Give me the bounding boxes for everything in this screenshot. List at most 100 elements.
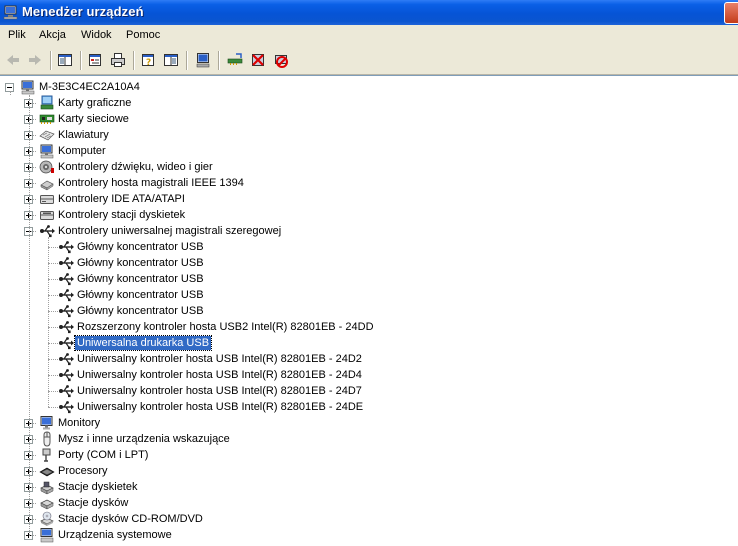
tree-item-label[interactable]: Stacje dyskietek bbox=[56, 480, 139, 494]
back-button[interactable] bbox=[3, 50, 25, 71]
usb-icon bbox=[58, 335, 74, 351]
monitor-icon bbox=[39, 415, 55, 431]
network-adapter-icon bbox=[39, 111, 55, 127]
tree-item-label[interactable]: Uniwersalny kontroler hosta USB Intel(R)… bbox=[75, 352, 364, 366]
forward-icon bbox=[29, 55, 41, 65]
tree-category[interactable]: Stacje dysków CD-ROM/DVD bbox=[0, 511, 738, 527]
show-hide-action-pane-icon bbox=[164, 54, 178, 66]
mouse-icon bbox=[39, 431, 55, 447]
tree-item-label[interactable]: Monitory bbox=[56, 416, 102, 430]
tree-item-label[interactable]: Główny koncentrator USB bbox=[75, 240, 206, 254]
tree-item-label[interactable]: Główny koncentrator USB bbox=[75, 288, 206, 302]
scan-hardware-icon bbox=[196, 53, 210, 68]
tree-category[interactable]: Kontrolery dźwięku, wideo i gier bbox=[0, 159, 738, 175]
usb-icon bbox=[58, 399, 74, 415]
tree-category[interactable]: Procesory bbox=[0, 463, 738, 479]
window-title: Menedżer urządzeń bbox=[22, 4, 144, 19]
properties-button[interactable] bbox=[85, 50, 107, 71]
tree-item-label[interactable]: Główny koncentrator USB bbox=[75, 272, 206, 286]
tree-category[interactable]: Monitory bbox=[0, 415, 738, 431]
computer-icon bbox=[39, 143, 55, 159]
menu-action[interactable]: Akcja bbox=[39, 29, 66, 41]
tree-item-label[interactable]: Główny koncentrator USB bbox=[75, 256, 206, 270]
tree-item-label[interactable]: Kontrolery IDE ATA/ATAPI bbox=[56, 192, 187, 206]
tree-device[interactable]: Uniwersalny kontroler hosta USB Intel(R)… bbox=[0, 367, 738, 383]
tree-item-label[interactable]: Uniwersalna drukarka USB bbox=[73, 335, 213, 351]
tree-item-label[interactable]: Porty (COM i LPT) bbox=[56, 448, 150, 462]
usb-icon bbox=[58, 287, 74, 303]
tree-item-label[interactable]: Uniwersalny kontroler hosta USB Intel(R)… bbox=[75, 368, 364, 382]
print-button[interactable] bbox=[108, 50, 130, 71]
tree-category[interactable]: Porty (COM i LPT) bbox=[0, 447, 738, 463]
tree-item-label[interactable]: Procesory bbox=[56, 464, 110, 478]
tree-category[interactable]: Kontrolery stacji dyskietek bbox=[0, 207, 738, 223]
disable-device-icon bbox=[252, 54, 264, 66]
update-driver-button[interactable] bbox=[225, 50, 247, 71]
show-hide-tree-icon bbox=[58, 54, 72, 66]
tree-item-label[interactable]: Klawiatury bbox=[56, 128, 111, 142]
tree-item-label[interactable]: Stacje dysków bbox=[56, 496, 130, 510]
tree-device[interactable]: Główny koncentrator USB bbox=[0, 255, 738, 271]
tree-category[interactable]: Mysz i inne urządzenia wskazujące bbox=[0, 431, 738, 447]
show-hide-tree-button[interactable] bbox=[55, 50, 77, 71]
scan-hardware-button[interactable] bbox=[193, 50, 215, 71]
tree-category[interactable]: Kontrolery hosta magistrali IEEE 1394 bbox=[0, 175, 738, 191]
svg-text:?: ? bbox=[146, 58, 151, 68]
tree-category[interactable]: Stacje dyskietek bbox=[0, 479, 738, 495]
tree-item-label[interactable]: Kontrolery hosta magistrali IEEE 1394 bbox=[56, 176, 246, 190]
tree-category[interactable]: Urządzenia systemowe bbox=[0, 527, 738, 543]
usb-icon bbox=[58, 239, 74, 255]
tree-item-label[interactable]: Uniwersalny kontroler hosta USB Intel(R)… bbox=[75, 384, 364, 398]
tree-category[interactable]: Kontrolery IDE ATA/ATAPI bbox=[0, 191, 738, 207]
tree-device[interactable]: Uniwersalny kontroler hosta USB Intel(R)… bbox=[0, 383, 738, 399]
tree-item-label[interactable]: Karty graficzne bbox=[56, 96, 133, 110]
tree-device-selected[interactable]: Uniwersalna drukarka USB bbox=[0, 335, 738, 351]
tree-device[interactable]: Główny koncentrator USB bbox=[0, 303, 738, 319]
tree-item-label[interactable]: Kontrolery dźwięku, wideo i gier bbox=[56, 160, 215, 174]
processor-icon bbox=[39, 463, 55, 479]
tree-root[interactable]: M-3E3C4EC2A10A4 bbox=[0, 79, 738, 95]
tree-item-label[interactable]: Stacje dysków CD-ROM/DVD bbox=[56, 512, 205, 526]
print-icon bbox=[111, 53, 125, 67]
tree-device[interactable]: Główny koncentrator USB bbox=[0, 271, 738, 287]
tree-item-label[interactable]: Główny koncentrator USB bbox=[75, 304, 206, 318]
tree-item-label[interactable]: Karty sieciowe bbox=[56, 112, 131, 126]
menu-view[interactable]: Widok bbox=[81, 29, 112, 41]
tree-item-label[interactable]: Komputer bbox=[56, 144, 108, 158]
menu-file[interactable]: Plik bbox=[8, 29, 26, 41]
tree-category[interactable]: Kontrolery uniwersalnej magistrali szere… bbox=[0, 223, 738, 239]
tree-category[interactable]: Karty sieciowe bbox=[0, 111, 738, 127]
device-tree[interactable]: M-3E3C4EC2A10A4 Karty graficzne Karty siec… bbox=[0, 75, 738, 543]
tree-item-label[interactable]: Mysz i inne urządzenia wskazujące bbox=[56, 432, 232, 446]
tree-item-label[interactable]: Kontrolery uniwersalnej magistrali szere… bbox=[56, 224, 283, 238]
usb-icon bbox=[58, 271, 74, 287]
device-manager-app-icon bbox=[3, 4, 19, 20]
forward-button[interactable] bbox=[25, 50, 47, 71]
tree-category[interactable]: Klawiatury bbox=[0, 127, 738, 143]
ieee1394-icon bbox=[39, 175, 55, 191]
tree-item-label[interactable]: Rozszerzony kontroler hosta USB2 Intel(R… bbox=[75, 320, 376, 334]
tree-item-label[interactable]: Uniwersalny kontroler hosta USB Intel(R)… bbox=[75, 400, 365, 414]
tree-item-label[interactable]: M-3E3C4EC2A10A4 bbox=[37, 80, 142, 94]
tree-device[interactable]: Główny koncentrator USB bbox=[0, 239, 738, 255]
tree-category[interactable]: Karty graficzne bbox=[0, 95, 738, 111]
uninstall-device-button[interactable] bbox=[271, 50, 293, 71]
tree-device[interactable]: Rozszerzony kontroler hosta USB2 Intel(R… bbox=[0, 319, 738, 335]
tree-item-label[interactable]: Urządzenia systemowe bbox=[56, 528, 174, 542]
disable-device-button[interactable] bbox=[248, 50, 270, 71]
help-button[interactable]: ? bbox=[138, 50, 160, 71]
floppy-controller-icon bbox=[39, 207, 55, 223]
show-hide-action-pane-button[interactable] bbox=[161, 50, 183, 71]
tree-device[interactable]: Uniwersalny kontroler hosta USB Intel(R)… bbox=[0, 351, 738, 367]
sound-icon bbox=[39, 159, 55, 175]
tree-device[interactable]: Uniwersalny kontroler hosta USB Intel(R)… bbox=[0, 399, 738, 415]
close-button[interactable] bbox=[724, 2, 738, 24]
menu-help[interactable]: Pomoc bbox=[126, 29, 160, 41]
tree-category[interactable]: Komputer bbox=[0, 143, 738, 159]
tree-category[interactable]: Stacje dysków bbox=[0, 495, 738, 511]
title-bar[interactable]: Menedżer urządzeń bbox=[0, 0, 738, 25]
tree-device[interactable]: Główny koncentrator USB bbox=[0, 287, 738, 303]
usb-icon bbox=[58, 351, 74, 367]
tree-item-label[interactable]: Kontrolery stacji dyskietek bbox=[56, 208, 187, 222]
usb-icon bbox=[58, 319, 74, 335]
